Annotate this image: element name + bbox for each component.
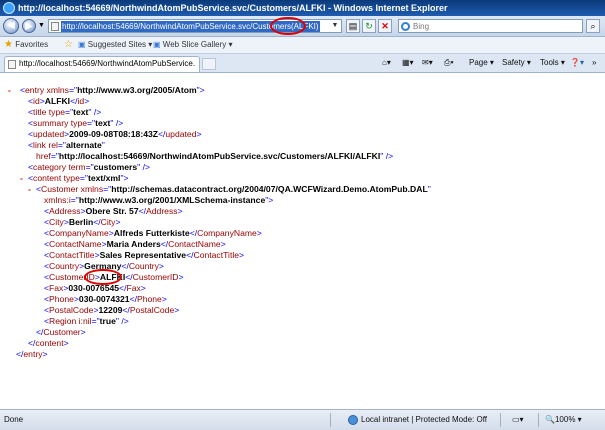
xml-customer-ns: xmlns:i="http://www.w3.org/2001/XMLSchem… <box>44 195 274 205</box>
zoom-icon: 🔍 <box>545 415 555 424</box>
xml-title: <title type="text" /> <box>28 107 102 117</box>
collapse-icon[interactable]: - <box>28 184 31 194</box>
xml-link-href: href="http://localhost:54669/NorthwindAt… <box>36 151 394 161</box>
xml-updated: <updated>2009-09-08T08:18:43Z</updated> <box>28 129 202 139</box>
xml-region: <Region i:nil="true" /> <box>44 316 129 326</box>
xml-summary: <summary type="text" /> <box>28 118 124 128</box>
star-icon: ★ <box>4 39 13 50</box>
intranet-globe-icon <box>348 415 358 425</box>
favorites-button[interactable]: ★ Favorites <box>4 37 48 53</box>
web-slice-gallery-label: Web Slice Gallery <box>162 40 227 49</box>
address-dropdown-icon[interactable]: ▼ <box>330 21 340 31</box>
safety-menu[interactable]: Safety ▾ <box>502 54 531 72</box>
stop-button[interactable]: ✕ <box>378 19 392 33</box>
forward-button[interactable]: ▶ <box>22 19 36 33</box>
new-tab-button[interactable] <box>202 58 216 70</box>
status-bar: Done Local intranet | Protected Mode: Of… <box>0 409 605 430</box>
status-text: Done <box>4 415 24 424</box>
favorites-label: Favorites <box>15 40 49 49</box>
security-zone[interactable]: Local intranet | Protected Mode: Off <box>361 410 487 430</box>
print-icon[interactable]: ⎙▾ <box>444 54 454 72</box>
collapse-icon[interactable]: - <box>8 85 11 95</box>
status-divider <box>500 413 501 427</box>
title-bar: http://localhost:54669/NorthwindAtomPubS… <box>0 0 605 16</box>
xml-content-open: - <content type="text/xml"> <box>20 173 129 183</box>
xml-customer-open: - <Customer xmlns="http://schemas.dataco… <box>28 184 431 194</box>
tools-menu[interactable]: Tools ▾ <box>540 54 565 72</box>
status-divider <box>330 413 331 427</box>
collapse-icon[interactable]: - <box>20 173 23 183</box>
search-input[interactable]: Bing <box>413 21 429 32</box>
xml-field: <ContactTitle>Sales Representative</Cont… <box>44 250 245 260</box>
tab-bar: http://localhost:54669/NorthwindAtomPubS… <box>0 54 605 73</box>
bing-logo-icon <box>401 22 410 31</box>
page-menu-label: Page <box>469 58 488 67</box>
xml-category: <category term="customers" /> <box>28 162 150 172</box>
zoom-control[interactable]: 🔍100% ▾ <box>545 410 582 430</box>
xml-field: <CompanyName>Alfreds Futterkiste</Compan… <box>44 228 262 238</box>
xml-field: <Phone>030-0074321</Phone> <box>44 294 167 304</box>
home-icon[interactable]: ⌂▾ <box>382 54 391 72</box>
feeds-icon[interactable]: ▦▾ <box>402 54 414 72</box>
favorites-bar: ★ Favorites ☆ ▣ Suggested Sites ▾ ▣ Web … <box>0 37 605 54</box>
xml-customer-close: </Customer> <box>36 327 86 337</box>
xml-field: <Fax>030-0076545</Fax> <box>44 283 146 293</box>
xml-entry-open: - <entry xmlns="http://www.w3.org/2005/A… <box>8 85 205 95</box>
suggested-sites-link[interactable]: ▣ Suggested Sites ▾ <box>78 37 152 53</box>
status-divider <box>538 413 539 427</box>
navigation-bar: ◀ ▶ ▼ http://localhost:54669/NorthwindAt… <box>0 16 605 37</box>
protected-mode-icon[interactable]: ▭▾ <box>512 410 524 430</box>
xml-field: <Address>Obere Str. 57</Address> <box>44 206 183 216</box>
tab-current[interactable]: http://localhost:54669/NorthwindAtomPubS… <box>4 56 200 72</box>
tools-menu-label: Tools <box>540 58 559 67</box>
tab-label: http://localhost:54669/NorthwindAtomPubS… <box>19 59 195 68</box>
safety-menu-label: Safety <box>502 58 525 67</box>
read-mail-icon[interactable]: ✉▾ <box>422 54 433 72</box>
web-slice-gallery-link[interactable]: ▣ Web Slice Gallery ▾ <box>153 37 232 53</box>
refresh-button[interactable]: ↻ <box>362 19 376 33</box>
zoom-level: 100% <box>554 415 576 424</box>
xml-content-close: </content> <box>28 338 69 348</box>
window-title: http://localhost:54669/NorthwindAtomPubS… <box>18 3 448 13</box>
chevron-right-icon[interactable]: » <box>592 54 596 72</box>
search-box[interactable]: Bing <box>398 19 583 33</box>
xml-field: <ContactName>Maria Anders</ContactName> <box>44 239 226 249</box>
xml-document: - <entry xmlns="http://www.w3.org/2005/A… <box>0 73 605 408</box>
page-icon <box>8 60 16 69</box>
xml-id: <id>ALFKI</id> <box>28 96 90 106</box>
compatibility-view-button[interactable]: ▤ <box>346 19 360 33</box>
xml-field: <PostalCode>12209</PostalCode> <box>44 305 180 315</box>
suggested-sites-label: Suggested Sites <box>87 40 147 49</box>
recent-pages-dropdown-icon[interactable]: ▼ <box>38 22 45 29</box>
xml-link: <link rel="alternate" <box>28 140 105 150</box>
help-icon[interactable]: ❓▾ <box>570 54 584 72</box>
xml-entry-close: </entry> <box>16 349 48 359</box>
xml-field: <City>Berlin</City> <box>44 217 121 227</box>
page-menu[interactable]: Page ▾ <box>469 54 494 72</box>
ie-logo-icon <box>3 2 15 14</box>
highlight-circle <box>270 17 306 35</box>
back-button[interactable]: ◀ <box>3 18 19 34</box>
add-favorite-icon[interactable]: ☆ <box>64 37 73 53</box>
search-icon[interactable]: ⌕ <box>586 19 600 33</box>
page-icon <box>51 22 59 31</box>
